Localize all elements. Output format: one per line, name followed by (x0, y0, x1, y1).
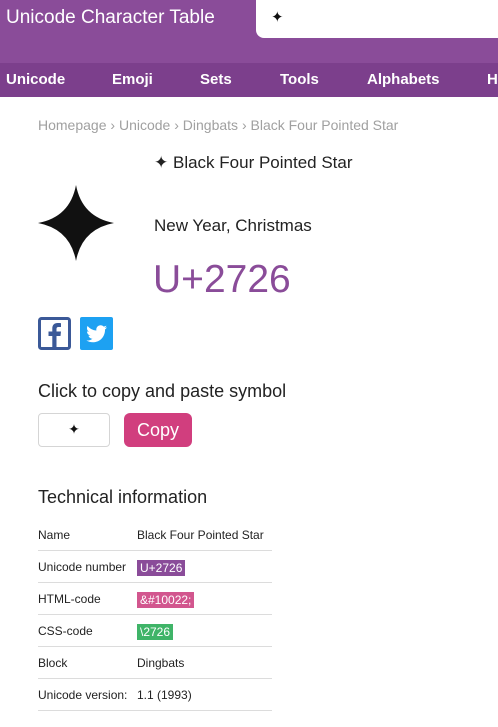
character-tags: New Year, Christmas (154, 216, 312, 235)
facebook-icon[interactable] (38, 317, 71, 350)
table-row: Unicode version: 1.1 (1993) (38, 679, 272, 711)
css-code-badge[interactable]: \2726 (137, 624, 174, 640)
row-key: Unicode version: (38, 688, 128, 702)
breadcrumb-unicode[interactable]: Unicode (119, 117, 170, 133)
breadcrumb-separator: › (110, 117, 116, 133)
table-row: CSS-code \2726 (38, 615, 272, 647)
nav-item-unicode[interactable]: Unicode (6, 71, 65, 88)
copy-symbol-field[interactable]: ✦ (38, 413, 110, 447)
breadcrumb-separator: › (174, 117, 179, 133)
row-value: Black Four Pointed Star (137, 528, 264, 542)
search-input[interactable]: ✦ (256, 0, 498, 38)
row-key: Unicode number (38, 560, 127, 574)
row-key: Name (38, 528, 71, 542)
table-row: Block Dingbats (38, 647, 272, 679)
row-key: Block (38, 656, 68, 670)
table-row: Name Black Four Pointed Star (38, 519, 272, 551)
table-row: Unicode number U+2726 (38, 551, 272, 583)
site-title[interactable]: Unicode Character Table (6, 7, 215, 29)
codepoint-heading: U+2726 (153, 258, 291, 301)
table-row: HTML-code &#10022; (38, 583, 272, 615)
html-code-badge[interactable]: &#10022; (137, 592, 195, 608)
breadcrumb-home[interactable]: Homepage (38, 117, 107, 133)
character-glyph: ✦ (154, 153, 169, 173)
nav-item-emoji[interactable]: Emoji (112, 71, 153, 88)
nav-item-tools[interactable]: Tools (280, 71, 319, 88)
copy-section-title: Click to copy and paste symbol (38, 381, 287, 401)
main-nav: Unicode Emoji Sets Tools Alphabets H (0, 63, 498, 97)
nav-item-alphabets[interactable]: Alphabets (367, 71, 440, 88)
top-bar: Unicode Character Table ✦ (0, 0, 498, 63)
copy-button[interactable]: Copy (124, 413, 192, 447)
character-name: Black Four Pointed Star (172, 153, 353, 172)
technical-info-title: Technical information (38, 487, 208, 507)
row-key: CSS-code (38, 624, 93, 638)
nav-item-more[interactable]: H (487, 71, 498, 88)
unicode-number-badge[interactable]: U+2726 (137, 560, 186, 576)
row-key: HTML-code (38, 592, 101, 606)
nav-item-sets[interactable]: Sets (200, 71, 232, 88)
breadcrumb-separator: › (241, 117, 247, 133)
character-title: ✦ Black Four Pointed Star (154, 153, 353, 173)
search-input-value[interactable]: ✦ (271, 8, 284, 26)
row-value: 1.1 (1993) (137, 688, 192, 702)
breadcrumb-current: Black Four Pointed Star (250, 117, 399, 133)
twitter-icon[interactable] (80, 317, 113, 350)
four-pointed-star-icon (38, 185, 114, 261)
block-link[interactable]: Dingbats (137, 656, 184, 670)
breadcrumb: Homepage › Unicode › Dingbats › Black Fo… (38, 117, 398, 133)
breadcrumb-dingbats[interactable]: Dingbats (183, 117, 238, 133)
technical-info-table: Name Black Four Pointed Star Unicode num… (38, 519, 272, 711)
